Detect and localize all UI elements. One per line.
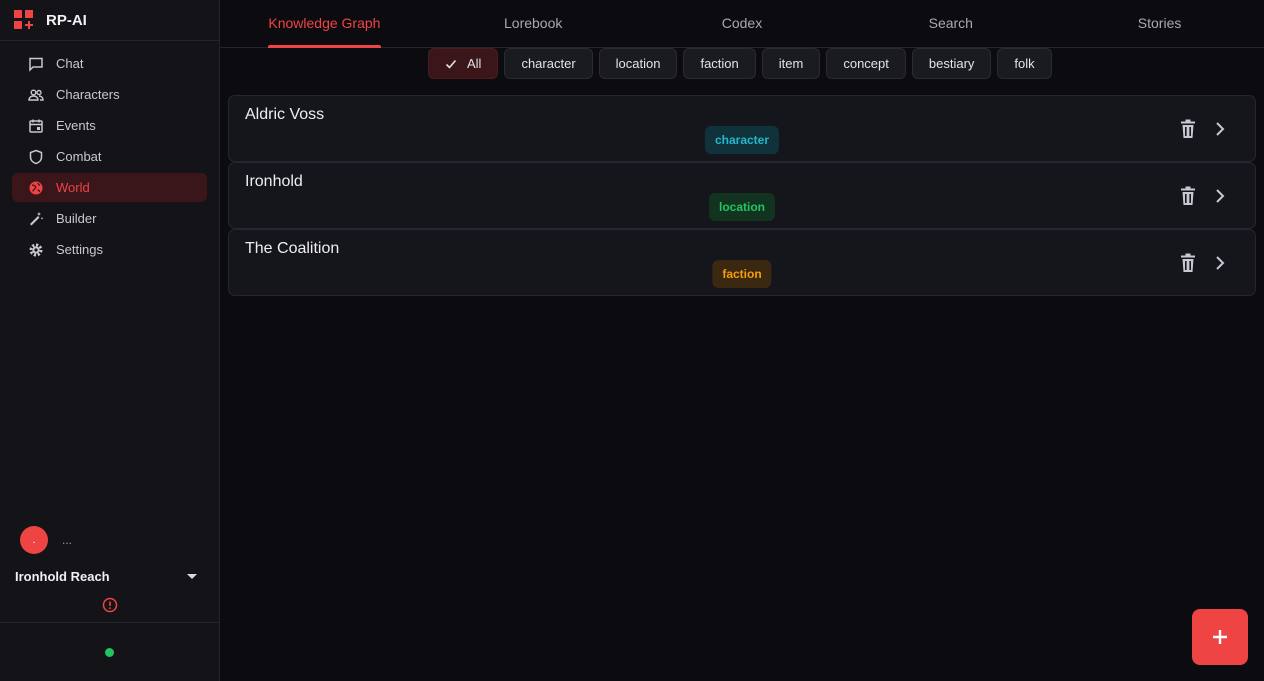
tab-stories[interactable]: Stories (1055, 0, 1264, 47)
filter-chip-character[interactable]: character (504, 48, 593, 79)
type-badge: faction (712, 260, 772, 288)
list-item[interactable]: Aldric Voss character (228, 95, 1256, 162)
type-badge: character (704, 126, 780, 154)
caret-down-icon (187, 573, 197, 579)
filter-chip-bestiary[interactable]: bestiary (911, 48, 992, 79)
chevron-right-icon[interactable] (1211, 253, 1229, 273)
type-filters: All character location faction item conc… (428, 48, 1052, 79)
sidebar-item-label: Characters (56, 87, 120, 102)
sidebar-nav: Chat Characters Events Combat World Buil… (12, 49, 207, 266)
filter-chip-folk[interactable]: folk (997, 48, 1052, 79)
entry-title: Aldric Voss (245, 106, 325, 123)
status-dot (105, 648, 114, 657)
sidebar-item-world[interactable]: World (12, 173, 207, 202)
filter-chip-concept[interactable]: concept (826, 48, 906, 79)
chat-icon (29, 57, 43, 72)
brand[interactable]: RP-AI (0, 0, 219, 41)
filter-chip-label: folk (1014, 56, 1035, 71)
tab-knowledge-graph[interactable]: Knowledge Graph (220, 0, 429, 48)
entry-actions (1179, 119, 1229, 139)
sidebar-item-builder[interactable]: Builder (12, 204, 207, 233)
sidebar-item-chat[interactable]: Chat (12, 49, 207, 78)
gear-icon (29, 243, 43, 256)
filter-chip-label: concept (843, 56, 889, 71)
entry-actions (1179, 253, 1229, 273)
delete-icon[interactable] (1179, 119, 1197, 139)
tab-search[interactable]: Search (846, 0, 1055, 47)
chevron-right-icon[interactable] (1211, 186, 1229, 206)
add-entity-button[interactable] (1192, 609, 1248, 665)
entry-title: The Coalition (245, 240, 340, 257)
shield-icon (29, 149, 43, 164)
user-profile[interactable]: . ... (20, 526, 72, 554)
sidebar-item-combat[interactable]: Combat (12, 142, 207, 171)
filter-chip-label: faction (700, 56, 739, 71)
filter-chip-all[interactable]: All (428, 48, 499, 79)
filter-chip-label: item (778, 56, 804, 71)
sidebar-item-label: Builder (56, 211, 97, 226)
type-badge: location (708, 193, 776, 221)
filter-chip-label: All (467, 56, 482, 71)
tab-lorebook[interactable]: Lorebook (429, 0, 638, 47)
plus-icon (1213, 630, 1227, 644)
entry-actions (1179, 186, 1229, 206)
chevron-right-icon[interactable] (1211, 119, 1229, 139)
entry-title: Ironhold (245, 173, 303, 190)
app-logo-icon (14, 10, 33, 29)
entity-list: Aldric Voss character Ironhold location … (228, 95, 1256, 296)
calendar-icon (29, 119, 43, 133)
tab-codex[interactable]: Codex (638, 0, 847, 47)
sidebar-item-label: World (56, 180, 90, 195)
sidebar: RP-AI Chat Characters Events Combat Worl… (0, 0, 220, 681)
app-name: RP-AI (46, 11, 87, 29)
check-icon (445, 59, 457, 69)
list-item[interactable]: The Coalition faction (228, 229, 1256, 296)
world-select-value: Ironhold Reach (15, 568, 110, 584)
sidebar-item-label: Settings (56, 242, 103, 257)
list-item[interactable]: Ironhold location (228, 162, 1256, 229)
sidebar-item-events[interactable]: Events (12, 111, 207, 140)
filter-chip-label: location (615, 56, 661, 71)
delete-icon[interactable] (1179, 253, 1197, 273)
user-name: ... (62, 533, 73, 547)
sidebar-item-settings[interactable]: Settings (12, 235, 207, 264)
sidebar-item-characters[interactable]: Characters (12, 80, 207, 109)
wand-icon (30, 211, 44, 225)
filter-chip-label: bestiary (928, 56, 975, 71)
filter-chip-label: character (521, 56, 576, 71)
sidebar-item-label: Combat (56, 149, 102, 164)
globe-icon (29, 181, 43, 194)
avatar: . (20, 526, 48, 554)
filter-chip-item[interactable]: item (761, 48, 821, 79)
users-icon (28, 89, 44, 101)
alert-icon[interactable] (102, 597, 118, 613)
world-tabs: Knowledge Graph Lorebook Codex Search St… (220, 0, 1264, 48)
world-select[interactable]: Ironhold Reach (15, 566, 200, 586)
filter-chip-location[interactable]: location (598, 48, 678, 79)
sidebar-item-label: Chat (56, 56, 84, 71)
sidebar-item-label: Events (56, 118, 96, 133)
sidebar-footer (0, 622, 219, 681)
delete-icon[interactable] (1179, 186, 1197, 206)
filter-chip-faction[interactable]: faction (683, 48, 756, 79)
